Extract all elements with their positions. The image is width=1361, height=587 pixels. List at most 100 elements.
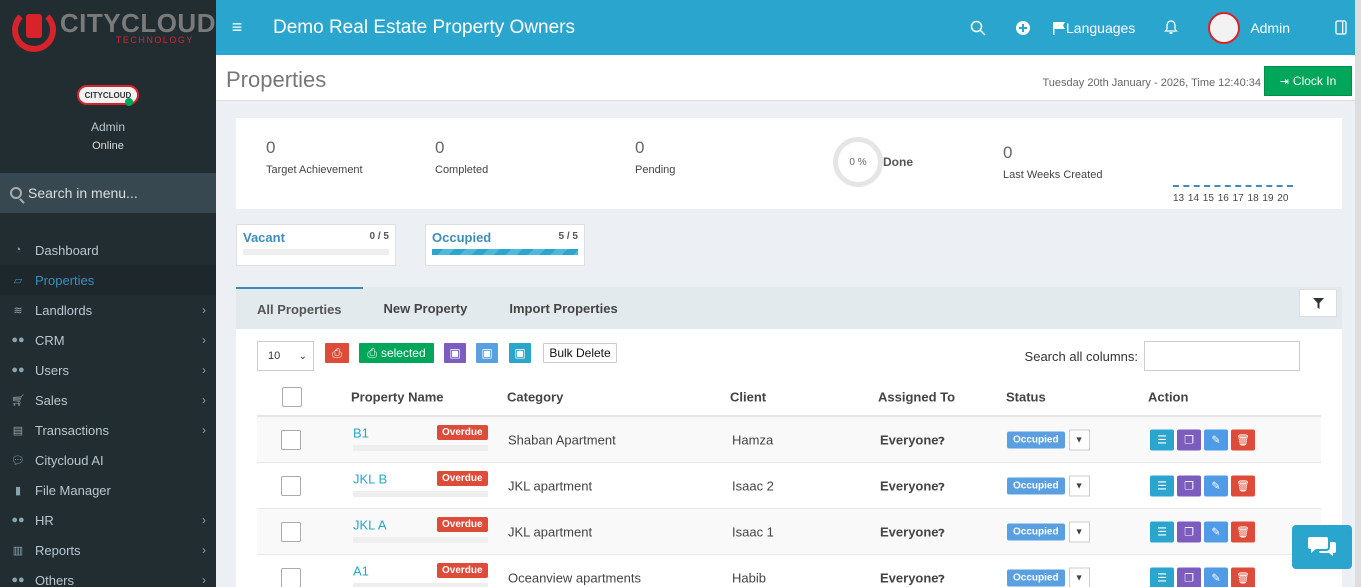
add-button[interactable]	[1016, 20, 1031, 35]
sign-in-icon: ⇥	[1279, 75, 1289, 88]
status-dropdown-button[interactable]: ▼	[1068, 521, 1090, 542]
datetime-display: Tuesday 20th January - 2026, Time 12:40:…	[1042, 77, 1261, 89]
tab-all-properties[interactable]: All Properties	[236, 287, 363, 329]
edit-icon: ✎	[1211, 480, 1221, 492]
duplicate-button[interactable]: ❐	[1177, 567, 1201, 587]
property-name-link[interactable]: B1	[353, 426, 369, 441]
row-checkbox[interactable]	[281, 475, 301, 496]
view-button[interactable]: ☰	[1150, 567, 1174, 587]
filter-button[interactable]	[1299, 289, 1337, 317]
search-all-columns-input[interactable]	[1144, 341, 1300, 371]
client-cell: Isaac 2	[732, 478, 774, 493]
export-excel-button[interactable]: ▣	[444, 343, 466, 363]
delete-button[interactable]: 🗑︎	[1231, 521, 1255, 542]
delete-button[interactable]: 🗑︎	[1231, 475, 1255, 496]
duplicate-button[interactable]: ❐	[1177, 521, 1201, 542]
menu-toggle-icon[interactable]: ≡	[216, 17, 258, 38]
col-action: Action	[1148, 389, 1189, 405]
col-property-name[interactable]: Property Name	[351, 390, 443, 405]
sparkline-labels: 13 14 15 16 17 18 19 20	[1173, 193, 1289, 204]
chat-bubbles-icon	[1308, 537, 1336, 556]
tab-new-property[interactable]: New Property	[363, 287, 489, 329]
sidebar-item-label: Sales	[35, 392, 68, 408]
sidebar-item-users[interactable]: ●● Users ›	[0, 355, 216, 385]
delete-button[interactable]: 🗑︎	[1231, 429, 1255, 450]
sparkline	[1173, 185, 1293, 187]
edit-button[interactable]: ✎	[1204, 521, 1228, 542]
status-dropdown-button[interactable]: ▼	[1068, 475, 1090, 496]
bell-icon	[1164, 20, 1179, 34]
action-cell: ☰ ❐ ✎ 🗑︎	[1150, 429, 1258, 450]
duplicate-button[interactable]: ❐	[1177, 475, 1201, 496]
duplicate-button[interactable]: ❐	[1177, 429, 1201, 450]
brand[interactable]: CITYCLOUD TECHNOLOGY	[0, 0, 216, 55]
col-category[interactable]: Category	[507, 390, 563, 405]
status-cell: Occupied ▼	[1007, 521, 1090, 542]
col-assigned-to[interactable]: Assigned To	[878, 390, 955, 405]
page-length-select[interactable]: 10 ⌄	[257, 341, 314, 371]
col-status[interactable]: Status	[1006, 390, 1046, 405]
view-button[interactable]: ☰	[1150, 521, 1174, 542]
col-client[interactable]: Client	[730, 390, 766, 405]
layers-icon: ≋	[13, 304, 23, 317]
page-scrollbar[interactable]	[1355, 0, 1361, 587]
sidebar-search[interactable]: Search in menu...	[0, 173, 216, 213]
row-checkbox[interactable]	[281, 429, 301, 450]
sidebar-item-transactions[interactable]: ▤ Transactions ›	[0, 415, 216, 445]
avatar: CITYCLOUD	[77, 85, 139, 106]
sidebar-item-others[interactable]: ●● Others ›	[0, 565, 216, 587]
print-selected-button[interactable]: ⎙ selected	[359, 343, 434, 363]
clock-in-button[interactable]: ⇥ Clock In	[1264, 66, 1352, 96]
bar-chart-icon: ▥	[12, 544, 24, 557]
search-button[interactable]	[970, 20, 986, 36]
tab-import-properties[interactable]: Import Properties	[488, 287, 638, 329]
users-icon: ●●	[11, 364, 25, 376]
status-cell: Occupied ▼	[1007, 429, 1090, 450]
sidebar-search-placeholder: Search in menu...	[28, 185, 138, 201]
sidebar-item-crm[interactable]: ●● CRM ›	[0, 325, 216, 355]
copy-icon: ❐	[1184, 434, 1194, 446]
print-button[interactable]: ⎙	[325, 343, 349, 363]
chat-widget-button[interactable]	[1292, 525, 1352, 569]
vacant-count: 0 / 5	[369, 231, 389, 242]
sidebar-item-hr[interactable]: ●● HR ›	[0, 505, 216, 535]
row-checkbox[interactable]	[281, 567, 301, 587]
status-dropdown-button[interactable]: ▼	[1068, 567, 1090, 587]
sidebar-item-dashboard[interactable]: ◔ Dashboard	[0, 235, 216, 265]
export-csv-button[interactable]: ▣	[476, 343, 498, 363]
sidebar-item-sales[interactable]: 🛒︎ Sales ›	[0, 385, 216, 415]
view-button[interactable]: ☰	[1150, 475, 1174, 496]
languages-menu[interactable]: Languages	[1052, 20, 1135, 36]
status-dropdown-button[interactable]: ▼	[1068, 429, 1090, 450]
edit-button[interactable]: ✎	[1204, 475, 1228, 496]
sidebar-item-file-manager[interactable]: ▮ File Manager	[0, 475, 216, 505]
user-menu[interactable]: Admin	[1208, 11, 1290, 44]
sidebar-item-landlords[interactable]: ≋ Landlords ›	[0, 295, 216, 325]
sidebar-item-citycloud-ai[interactable]: 💬︎ Citycloud AI	[0, 445, 216, 475]
occupied-card[interactable]: Occupied 5 / 5	[425, 224, 585, 266]
overdue-badge: Overdue	[437, 425, 488, 440]
client-cell: Isaac 1	[732, 524, 774, 539]
brand-text: CITYCLOUD TECHNOLOGY	[60, 10, 216, 45]
row-checkbox[interactable]	[281, 521, 301, 542]
vacant-card[interactable]: Vacant 0 / 5	[236, 224, 396, 266]
view-button[interactable]: ☰	[1150, 429, 1174, 450]
export-pdf-button[interactable]: ▣	[509, 343, 531, 363]
property-name-link[interactable]: JKL A	[353, 518, 386, 533]
brand-name: CITYCLOUD	[59, 8, 216, 38]
edit-button[interactable]: ✎	[1204, 567, 1228, 587]
bulk-delete-button[interactable]: Bulk Delete	[543, 343, 617, 363]
property-name-link[interactable]: JKL B	[353, 472, 387, 487]
online-indicator	[125, 98, 133, 106]
select-all-checkbox[interactable]	[282, 387, 302, 407]
app-root: CITYCLOUD TECHNOLOGY CITYCLOUD Admin Onl…	[0, 0, 1361, 587]
control-sidebar-button[interactable]	[1335, 20, 1347, 35]
delete-button[interactable]: 🗑︎	[1231, 567, 1255, 587]
sidebar-item-reports[interactable]: ▥ Reports ›	[0, 535, 216, 565]
edit-button[interactable]: ✎	[1204, 429, 1228, 450]
done-donut-chart: 0 %	[833, 137, 883, 187]
caret-down-icon: ▼	[1074, 572, 1084, 583]
sidebar-item-properties[interactable]: ▱ Properties	[0, 265, 216, 295]
property-name-link[interactable]: A1	[353, 564, 369, 579]
notifications-button[interactable]	[1164, 20, 1179, 35]
